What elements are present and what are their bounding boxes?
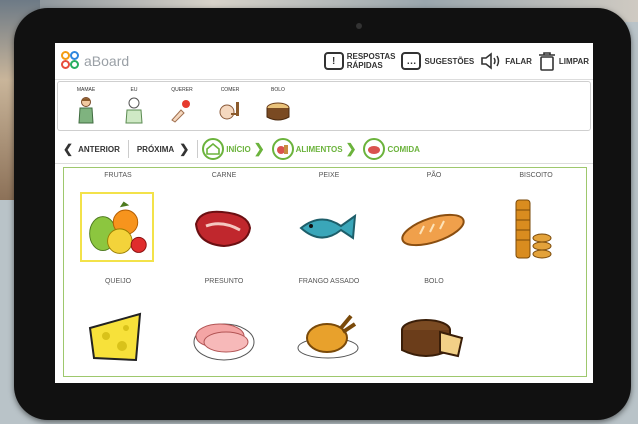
symbol-label: PÃO (426, 172, 442, 179)
cake-icon (401, 319, 464, 358)
symbol-grid: FRUTAS CARNE PEIXE PÃO BISCOITO QUEIJO P… (63, 167, 587, 377)
me-icon (125, 97, 143, 124)
symbol-label: CARNE (211, 172, 237, 179)
strip-item-bolo[interactable]: BOLO (256, 82, 300, 130)
symbol-queijo[interactable]: QUEIJO (68, 274, 168, 374)
ham-icon (193, 323, 255, 361)
previous-button[interactable]: ❮ ANTERIOR (55, 142, 128, 156)
quick-replies-label-2: RÁPIDAS (346, 61, 383, 70)
speaker-icon (481, 52, 500, 70)
symbol-frango-assado[interactable]: FRANGO ASSADO (279, 274, 379, 374)
symbol-label: BISCOITO (519, 172, 553, 179)
symbol-bolo[interactable]: BOLO (384, 274, 484, 374)
divider (197, 140, 199, 158)
breadcrumb-label: ALIMENTOS (295, 144, 343, 154)
bread-icon (401, 213, 465, 247)
next-button[interactable]: PRÓXIMA ❯ (129, 142, 197, 156)
next-label: PRÓXIMA (136, 144, 175, 154)
home-icon (202, 138, 225, 160)
app-screen: aBoard ! RESPOSTAS RÁPIDAS … SUGESTÕES F… (55, 43, 593, 383)
chevron-right-icon: ❯ (179, 142, 190, 156)
strip-item-comer[interactable]: COMER (208, 82, 252, 130)
roast-chicken-icon (297, 314, 359, 359)
symbol-pao[interactable]: PÃO (384, 168, 484, 268)
strip-item-label: QUERER (171, 87, 193, 93)
cake-icon (266, 102, 290, 121)
sentence-strip[interactable]: MAMAE EU QUERER COMER BOLO (57, 81, 591, 131)
symbol-carne[interactable]: CARNE (174, 168, 274, 268)
symbol-label: QUEIJO (104, 278, 132, 285)
meat-icon (194, 210, 252, 248)
breadcrumb-label: INÍCIO (226, 144, 251, 154)
fruits-icon (80, 192, 154, 262)
symbol-label: FRANGO ASSADO (298, 278, 360, 285)
symbol-label: PEIXE (318, 172, 340, 179)
eat-icon (219, 102, 239, 120)
breadcrumb-alimentos[interactable]: ALIMENTOS (271, 138, 343, 160)
mother-icon (78, 97, 94, 124)
want-icon (171, 100, 190, 123)
quick-replies-label-1: RESPOSTAS (346, 52, 396, 61)
chevron-left-icon: ❮ (63, 142, 74, 156)
strip-item-label: EU (130, 87, 138, 93)
symbol-label: PRESUNTO (204, 278, 244, 285)
symbol-biscoito[interactable]: BISCOITO (486, 168, 586, 268)
speak-label: FALAR (505, 56, 532, 66)
symbol-label: FRUTAS (104, 172, 132, 179)
logo-icon (61, 51, 81, 71)
camera-icon (356, 23, 362, 29)
breadcrumb-home[interactable]: INÍCIO (202, 138, 251, 160)
fish-icon (299, 213, 357, 240)
speak-button[interactable]: FALAR (480, 52, 532, 70)
meal-icon (363, 138, 386, 160)
cheese-icon (88, 312, 142, 362)
trash-icon (538, 52, 555, 71)
strip-item-mamae[interactable]: MAMAE (64, 82, 108, 130)
food-icon (271, 138, 294, 160)
exclamation-icon: ! (323, 52, 344, 70)
chat-bubble-icon: … (401, 52, 422, 70)
cookies-icon (515, 199, 552, 259)
breadcrumb-comida[interactable]: COMIDA (363, 138, 420, 160)
strip-item-querer[interactable]: QUERER (160, 82, 204, 130)
top-bar: aBoard ! RESPOSTAS RÁPIDAS … SUGESTÕES F… (55, 43, 593, 80)
toolbar-actions: ! RESPOSTAS RÁPIDAS … SUGESTÕES FALAR LI… (323, 51, 589, 71)
clear-button[interactable]: LIMPAR (538, 51, 589, 71)
strip-item-label: COMER (220, 87, 240, 93)
suggestions-button[interactable]: … SUGESTÕES (401, 52, 474, 70)
navigation-bar: ❮ ANTERIOR PRÓXIMA ❯ INÍCIO ❯ ALIMENTOS … (55, 135, 593, 164)
strip-item-eu[interactable]: EU (112, 82, 156, 130)
symbol-presunto[interactable]: PRESUNTO (174, 274, 274, 374)
strip-item-label: BOLO (271, 87, 285, 93)
strip-item-label: MAMAE (76, 87, 96, 93)
symbol-frutas[interactable]: FRUTAS (68, 168, 168, 268)
chevron-right-icon: ❯ (253, 141, 265, 156)
previous-label: ANTERIOR (78, 144, 120, 154)
quick-replies-button[interactable]: ! RESPOSTAS RÁPIDAS (323, 52, 396, 70)
symbol-label: BOLO (424, 278, 444, 285)
app-name: aBoard (84, 53, 130, 69)
clear-label: LIMPAR (558, 56, 589, 66)
breadcrumb-label: COMIDA (387, 144, 420, 154)
suggestions-label: SUGESTÕES (424, 56, 475, 66)
chevron-right-icon: ❯ (345, 141, 357, 156)
symbol-peixe[interactable]: PEIXE (279, 168, 379, 268)
app-logo: aBoard (61, 51, 129, 71)
